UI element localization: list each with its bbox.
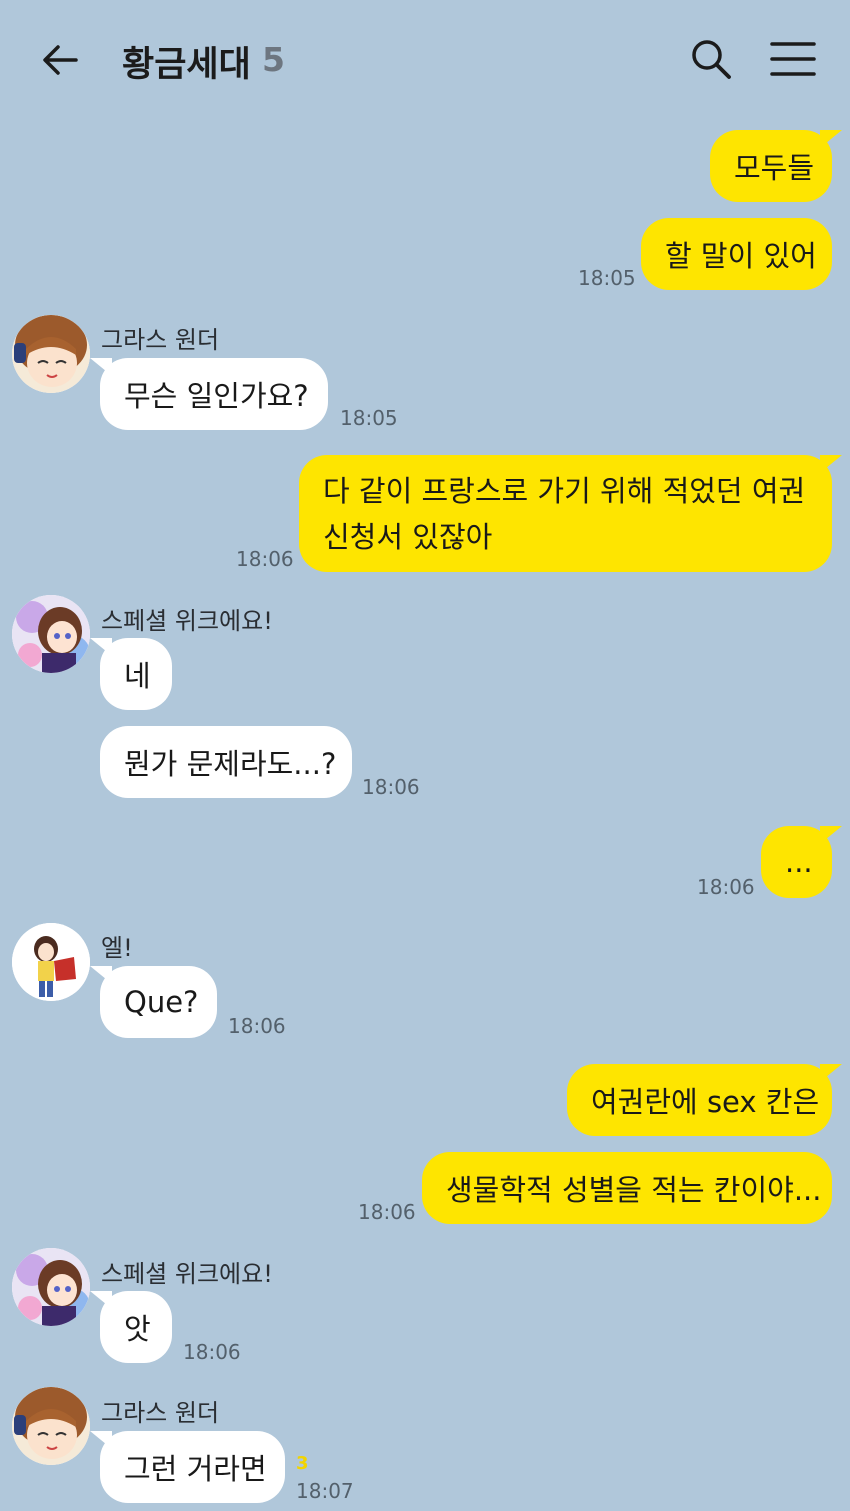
- my-message-bubble[interactable]: 여권란에 sex 칸은: [567, 1064, 842, 1136]
- my-message-bubble[interactable]: 다 같이 프랑스로 가기 위해 적었던 여권 신청서 있잖아: [299, 455, 842, 572]
- avatar-special-week[interactable]: [12, 1248, 90, 1326]
- message-time: 18:06: [236, 547, 294, 571]
- my-message-bubble[interactable]: 할 말이 있어: [641, 218, 832, 290]
- message-time: 18:06: [362, 775, 420, 799]
- their-message-bubble[interactable]: 무슨 일인가요?: [90, 358, 328, 430]
- back-arrow-icon[interactable]: [40, 40, 80, 80]
- avatar-grass-wonder[interactable]: [12, 315, 90, 393]
- unread-count: 3: [296, 1453, 309, 1474]
- message-text: 앗: [124, 1312, 151, 1346]
- message-text: 할 말이 있어: [665, 239, 817, 273]
- member-count: 5: [262, 40, 285, 79]
- chat-header: 황금세대 5: [0, 0, 850, 120]
- message-text: ...: [785, 845, 813, 879]
- message-text-line: 신청서 있잖아: [323, 519, 493, 554]
- my-message-bubble[interactable]: ...: [761, 826, 842, 898]
- sender-name: 그라스 원더: [101, 1399, 220, 1427]
- my-message-bubble[interactable]: 생물학적 성별을 적는 칸이야...: [422, 1152, 832, 1224]
- message-text: Que?: [124, 985, 199, 1019]
- avatar-special-week[interactable]: [12, 595, 90, 673]
- message-time: 18:06: [697, 875, 755, 899]
- message-time: 18:06: [228, 1014, 286, 1038]
- message-time: 18:06: [358, 1200, 416, 1224]
- menu-icon[interactable]: [770, 40, 816, 80]
- message-time: 18:06: [183, 1340, 241, 1364]
- sender-name: 엘!: [101, 934, 133, 962]
- message-text: 모두들: [734, 151, 815, 185]
- chat-room-title: 황금세대: [122, 45, 251, 85]
- their-message-bubble[interactable]: 네: [90, 638, 172, 710]
- my-message-bubble[interactable]: 모두들: [710, 130, 842, 202]
- message-text: 그런 거라면: [124, 1452, 267, 1486]
- search-icon[interactable]: [690, 38, 732, 80]
- sender-name: 스페셜 위크에요!: [101, 607, 273, 635]
- message-text: 네: [124, 659, 151, 693]
- message-text: 생물학적 성별을 적는 칸이야...: [446, 1173, 822, 1207]
- message-time: 18:05: [340, 406, 398, 430]
- their-message-bubble[interactable]: 그런 거라면: [90, 1431, 285, 1503]
- avatar-el[interactable]: [12, 923, 90, 1001]
- their-message-bubble[interactable]: 앗: [90, 1291, 172, 1363]
- message-text-line: 다 같이 프랑스로 가기 위해 적었던 여권: [323, 473, 806, 508]
- message-text: 여권란에 sex 칸은: [591, 1085, 820, 1119]
- their-message-bubble[interactable]: Que?: [90, 966, 217, 1038]
- their-message-bubble[interactable]: 뭔가 문제라도...?: [100, 726, 352, 798]
- message-time: 18:05: [578, 266, 636, 290]
- message-text: 무슨 일인가요?: [124, 379, 309, 413]
- message-time: 18:07: [296, 1479, 354, 1503]
- sender-name: 그라스 원더: [101, 326, 220, 354]
- sender-name: 스페셜 위크에요!: [101, 1260, 273, 1288]
- avatar-grass-wonder[interactable]: [12, 1387, 90, 1465]
- message-text: 뭔가 문제라도...?: [124, 747, 337, 781]
